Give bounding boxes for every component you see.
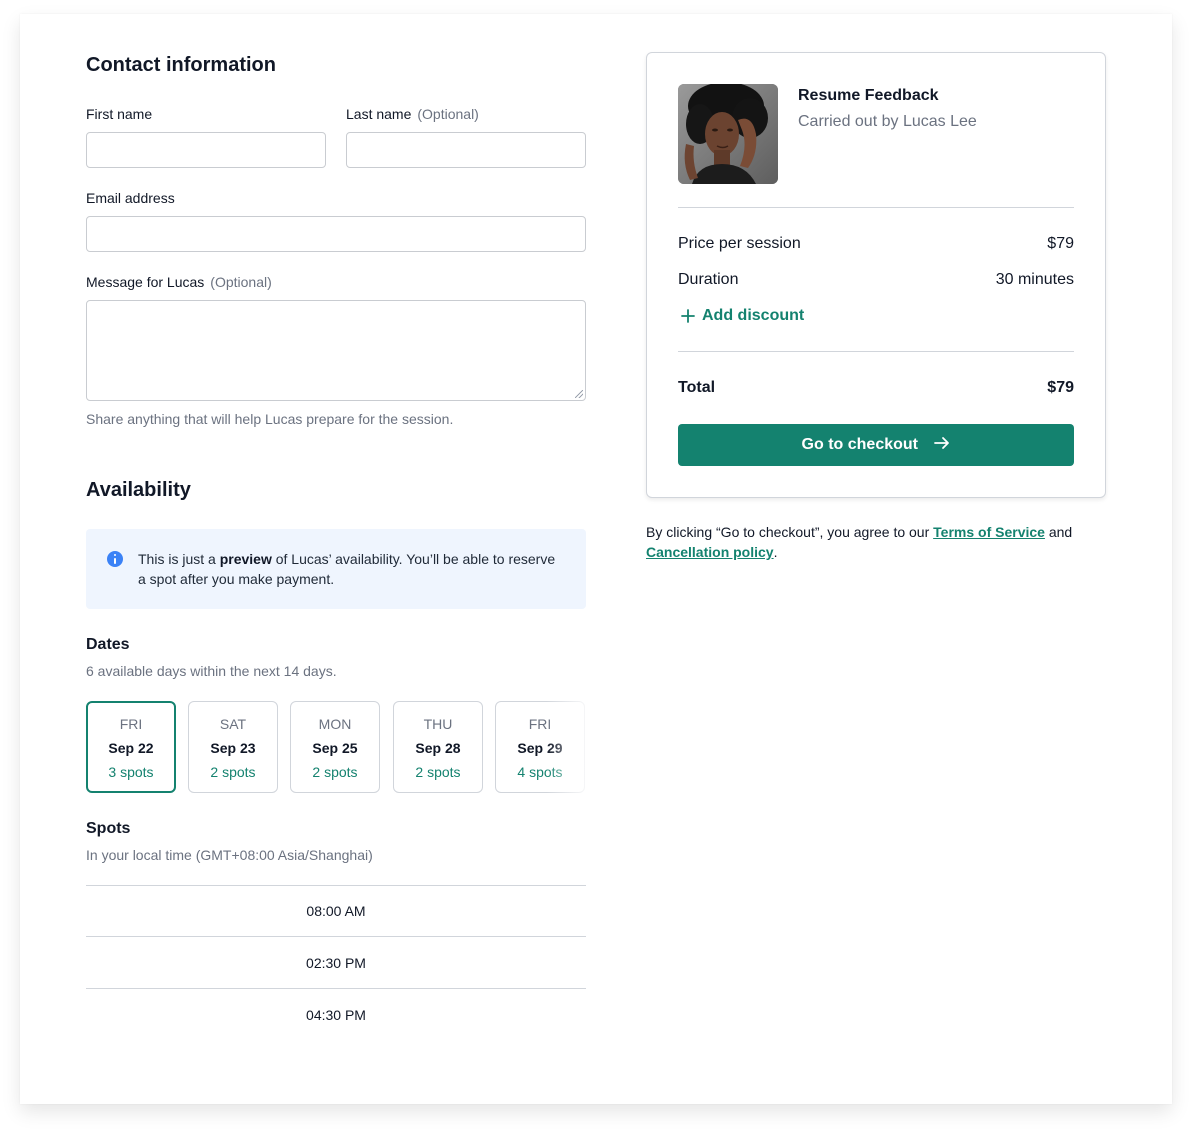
order-summary-card: Resume Feedback Carried out by Lucas Lee… (646, 52, 1106, 498)
date-spots: 2 spots (210, 764, 256, 780)
duration-value: 30 minutes (995, 271, 1074, 288)
date-date: Sep 28 (415, 740, 461, 756)
date-dow: MON (318, 716, 352, 732)
date-dow: FRI (119, 716, 143, 732)
date-scroll-fade (546, 694, 606, 800)
date-card-sep-23[interactable]: SAT Sep 23 2 spots (188, 701, 278, 793)
checkout-page: Contact information First name Last name… (20, 14, 1172, 1104)
message-label-text: Message for Lucas (86, 274, 205, 290)
date-spots: 3 spots (108, 764, 154, 780)
date-card-sep-22[interactable]: FRI Sep 22 3 spots (86, 701, 176, 793)
slot-divider (86, 936, 586, 937)
provider-photo (678, 84, 778, 184)
email-label: Email address (86, 190, 175, 206)
date-card-sep-25[interactable]: MON Sep 25 2 spots (290, 701, 380, 793)
price-label: Price per session (678, 235, 801, 252)
plus-icon (681, 309, 695, 323)
date-date: Sep 22 (108, 740, 154, 756)
email-input[interactable] (86, 216, 586, 252)
terms-and: and (1044, 524, 1073, 540)
checkout-label: Go to checkout (801, 436, 918, 453)
slot-divider (86, 988, 586, 989)
preview-info-banner: This is just a preview of Lucas’ availab… (86, 529, 586, 609)
date-date: Sep 23 (210, 740, 256, 756)
add-discount-label: Add discount (702, 307, 805, 324)
terms-end: . (773, 544, 778, 560)
first-name-label-text: First name (86, 106, 153, 122)
date-date: Sep 25 (312, 740, 358, 756)
go-to-checkout-button[interactable]: Go to checkout (678, 424, 1074, 466)
date-dow: SAT (219, 716, 247, 732)
terms-prefix: By clicking “Go to checkout”, you agree … (646, 524, 934, 540)
spots-subtitle: In your local time (GMT+08:00 Asia/Shang… (86, 847, 373, 863)
date-dow: THU (423, 716, 453, 732)
total-value: $79 (1047, 379, 1074, 396)
resize-handle-icon[interactable] (575, 390, 583, 398)
contact-title: Contact information (86, 54, 276, 76)
date-spots: 2 spots (312, 764, 358, 780)
last-name-input[interactable] (346, 132, 586, 168)
message-textarea[interactable] (86, 300, 586, 401)
time-slot[interactable]: 04:30 PM (86, 990, 586, 1040)
terms-of-service-link[interactable]: Terms of Service (933, 524, 1045, 540)
spots-title: Spots (86, 820, 131, 837)
price-value: $79 (1047, 235, 1074, 252)
arrow-right-icon (934, 437, 950, 449)
time-slot[interactable]: 02:30 PM (86, 938, 586, 988)
availability-title: Availability (86, 479, 191, 501)
last-name-label: Last name (Optional) (346, 106, 479, 122)
portrait-image (678, 84, 778, 184)
time-slot[interactable]: 08:00 AM (86, 886, 586, 936)
terms-notice: By clicking “Go to checkout”, you agree … (646, 522, 1116, 562)
total-label: Total (678, 379, 716, 396)
date-spots: 2 spots (415, 764, 461, 780)
service-title: Resume Feedback (798, 87, 939, 104)
duration-label: Duration (678, 271, 739, 288)
summary-divider (678, 207, 1074, 208)
dates-title: Dates (86, 636, 130, 653)
first-name-input[interactable] (86, 132, 326, 168)
message-label: Message for Lucas (Optional) (86, 274, 272, 290)
first-name-label: First name (86, 106, 152, 122)
info-icon (107, 551, 123, 567)
preview-info-text: This is just a preview of Lucas’ availab… (138, 551, 556, 587)
optional-tag: (Optional) (417, 106, 479, 122)
message-help-text: Share anything that will help Lucas prep… (86, 411, 454, 427)
date-card-sep-28[interactable]: THU Sep 28 2 spots (393, 701, 483, 793)
dates-subtitle: 6 available days within the next 14 days… (86, 663, 337, 679)
last-name-label-text: Last name (346, 106, 412, 122)
summary-divider (678, 351, 1074, 352)
cancellation-policy-link[interactable]: Cancellation policy (646, 544, 774, 560)
optional-tag: (Optional) (210, 274, 272, 290)
provider-name: Carried out by Lucas Lee (798, 113, 977, 130)
